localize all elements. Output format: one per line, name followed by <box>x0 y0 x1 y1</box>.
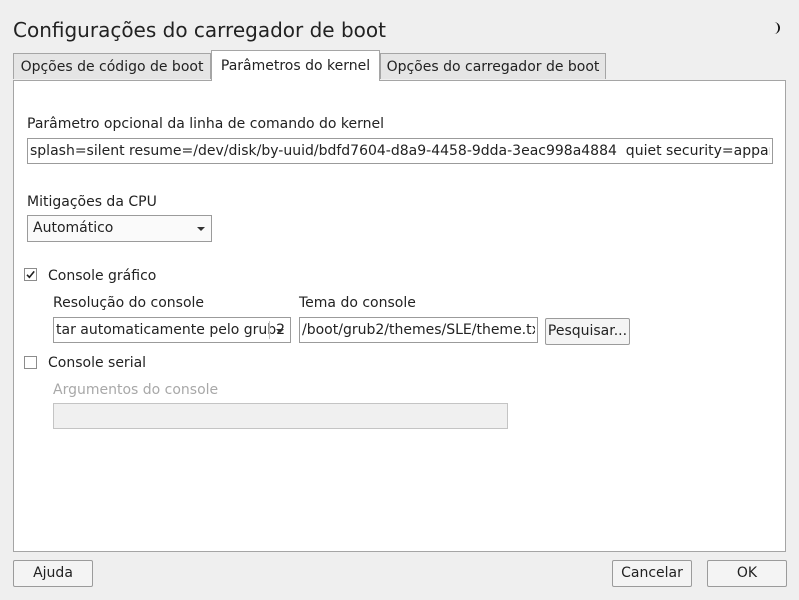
console-resolution-select[interactable]: tar automaticamente pelo grub2 <box>53 317 291 343</box>
tab-kernel-parameters[interactable]: Parâmetros do kernel <box>211 50 380 81</box>
cpu-mitigations-select[interactable]: Automático <box>27 215 212 242</box>
graphic-console-label: Console gráfico <box>48 268 157 284</box>
kernel-params-label: Parâmetro opcional da linha de comando d… <box>27 116 385 132</box>
combo-divider <box>269 321 270 339</box>
cancel-button[interactable]: Cancelar <box>612 560 692 587</box>
ok-button[interactable]: OK <box>707 560 787 587</box>
console-theme-input[interactable] <box>299 317 538 343</box>
chevron-down-icon <box>276 329 284 333</box>
kernel-params-input[interactable] <box>27 138 773 164</box>
graphic-console-checkbox[interactable] <box>24 268 37 281</box>
console-arguments-label: Argumentos do console <box>53 382 219 398</box>
chevron-down-icon <box>197 227 205 231</box>
console-resolution-label: Resolução do console <box>53 295 205 311</box>
browse-button[interactable]: Pesquisar... <box>545 318 630 345</box>
window-title: Configurações do carregador de boot <box>13 18 386 42</box>
console-theme-label: Tema do console <box>299 295 416 311</box>
checkmark-icon <box>26 270 35 279</box>
console-resolution-value: tar automaticamente pelo grub2 <box>56 322 286 338</box>
cpu-mitigations-value: Automático <box>33 220 114 236</box>
tab-bootloader-options[interactable]: Opções do carregador de boot <box>380 53 606 79</box>
tab-boot-code-options[interactable]: Opções de código de boot <box>13 53 211 79</box>
serial-console-label: Console serial <box>48 355 147 371</box>
console-arguments-input[interactable] <box>53 403 508 429</box>
serial-console-checkbox[interactable] <box>24 356 37 369</box>
half-moon-icon[interactable] <box>768 19 786 37</box>
help-button[interactable]: Ajuda <box>13 560 93 587</box>
cpu-mitigations-label: Mitigações da CPU <box>27 194 157 210</box>
